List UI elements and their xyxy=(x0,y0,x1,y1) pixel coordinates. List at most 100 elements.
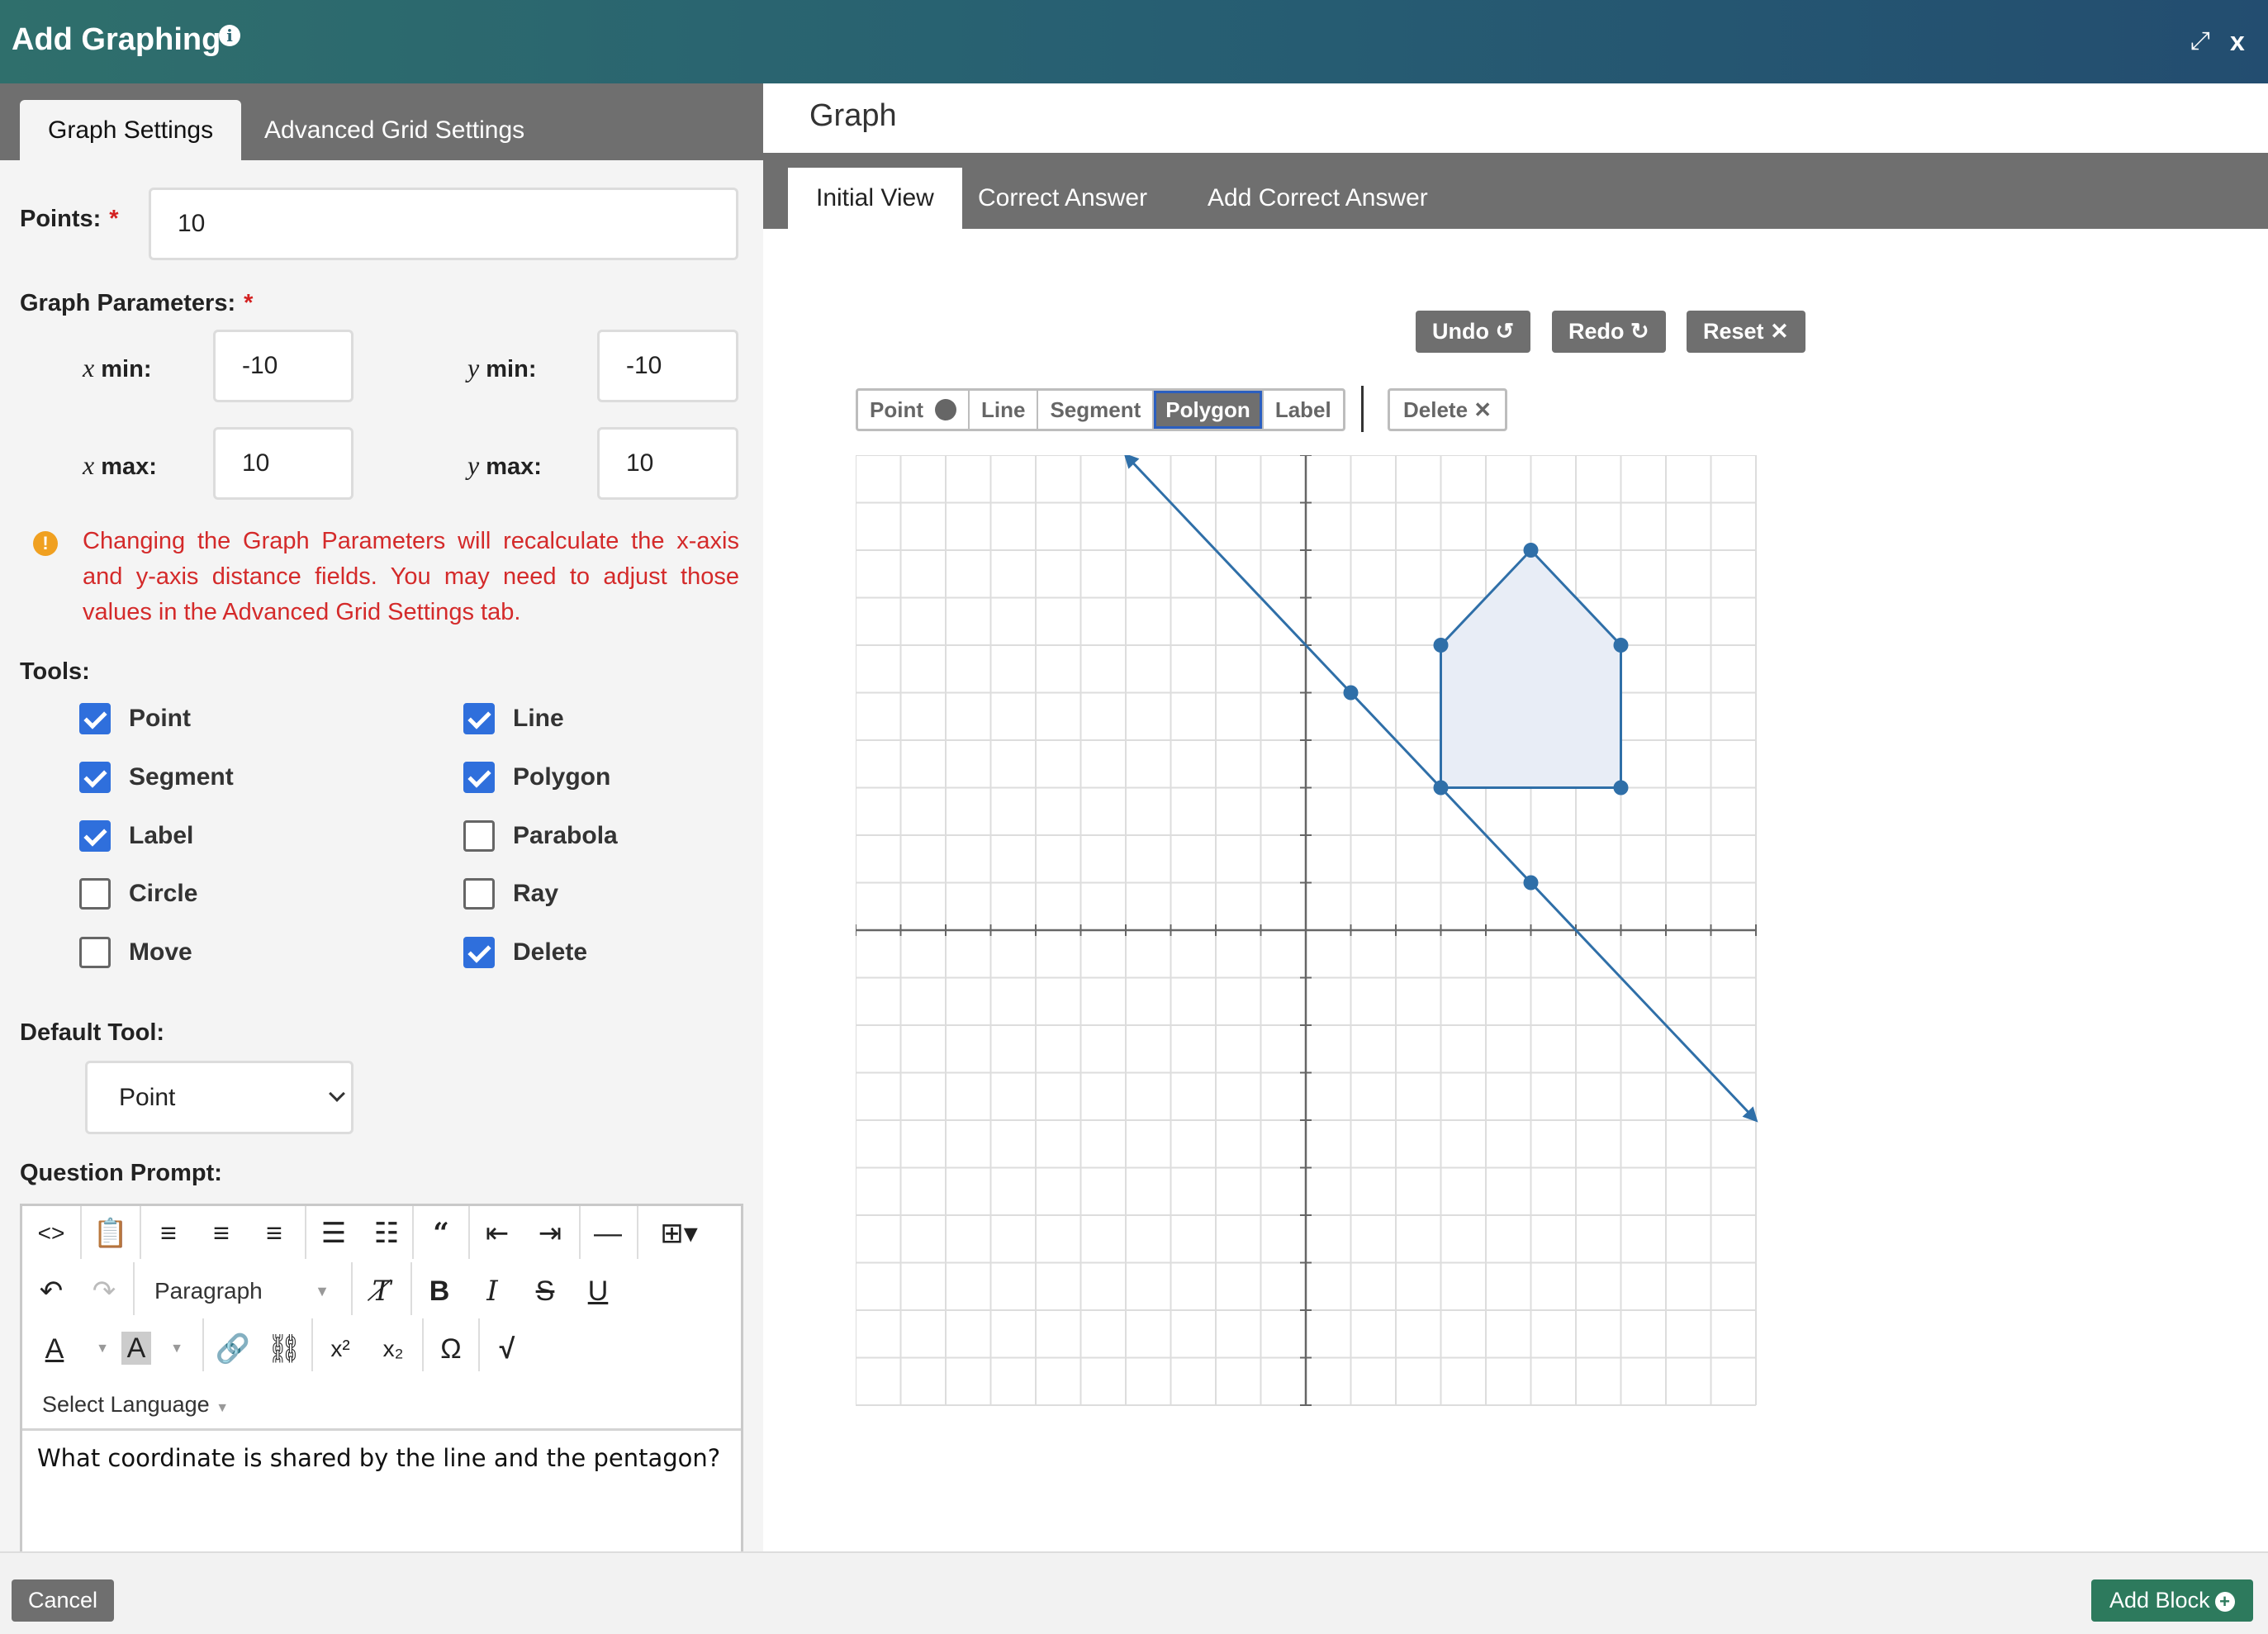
redo-button[interactable]: Redo ↻ xyxy=(1552,311,1666,353)
graph-tool-line[interactable]: Line xyxy=(970,391,1039,429)
default-tool-select[interactable]: Point xyxy=(85,1061,353,1134)
tool-label: Circle xyxy=(129,880,198,907)
omega-special-char-icon[interactable]: Ω xyxy=(429,1328,473,1370)
undo-icon[interactable]: ↶ xyxy=(29,1271,74,1312)
superscript-icon[interactable]: x² xyxy=(318,1328,363,1370)
text-color-icon[interactable]: A xyxy=(32,1328,77,1370)
undo-button[interactable]: Undo ↺ xyxy=(1416,311,1531,353)
toolbar-divider xyxy=(468,1206,470,1259)
tool-label: Parabola xyxy=(513,822,618,849)
ymin-input[interactable]: -10 xyxy=(597,330,738,402)
cancel-button[interactable]: Cancel xyxy=(12,1579,115,1622)
graph-delete-button[interactable]: Delete ✕ xyxy=(1388,388,1508,431)
graph-tool-point[interactable]: Point xyxy=(858,391,970,429)
move-checkbox[interactable] xyxy=(79,937,111,968)
tool-label: Move xyxy=(129,938,192,966)
graph-tool-label[interactable]: Label xyxy=(1264,391,1343,429)
redo-icon: ↻ xyxy=(1630,319,1649,344)
editor-content[interactable]: What coordinate is shared by the line an… xyxy=(37,1444,720,1472)
align-center-icon[interactable]: ≡ xyxy=(199,1213,244,1254)
point-checkbox[interactable] xyxy=(79,703,111,734)
tool-label: Point xyxy=(129,705,191,732)
redo-icon[interactable]: ↷ xyxy=(82,1271,126,1312)
ymax-input[interactable]: 10 xyxy=(597,427,738,500)
align-left-icon[interactable]: ≡ xyxy=(146,1213,191,1254)
numbered-list-icon[interactable]: ☷ xyxy=(364,1213,409,1254)
tab-advanced-grid-settings[interactable]: Advanced Grid Settings xyxy=(236,100,553,160)
tab-graph-settings[interactable]: Graph Settings xyxy=(20,100,242,160)
pentagon-polygon xyxy=(1440,548,1622,789)
info-icon[interactable]: i xyxy=(219,25,240,46)
align-right-icon[interactable]: ≡ xyxy=(252,1213,297,1254)
close-icon: ✕ xyxy=(1770,319,1789,344)
tool-label: Label xyxy=(129,822,194,849)
graph-tool-segment[interactable]: Segment xyxy=(1038,391,1155,429)
tool-label: Ray xyxy=(513,880,559,907)
paste-icon[interactable]: 📋 xyxy=(88,1213,133,1254)
clear-formatting-icon[interactable]: T̸ xyxy=(359,1271,404,1312)
graph-tool-polygon[interactable]: Polygon xyxy=(1154,391,1264,429)
settings-tabbar: Graph Settings Advanced Grid Settings xyxy=(0,83,763,160)
add-block-button[interactable]: Add Block + xyxy=(2091,1579,2253,1622)
warning-icon: ! xyxy=(33,531,58,556)
line-checkbox[interactable] xyxy=(463,703,495,734)
indent-icon[interactable]: ⇥ xyxy=(528,1213,572,1254)
delete-checkbox[interactable] xyxy=(463,937,495,968)
polygon-vertex-point xyxy=(1613,638,1629,653)
subscript-icon[interactable]: x₂ xyxy=(371,1328,415,1370)
tab-add-correct-answer[interactable]: Add Correct Answer xyxy=(1179,168,1456,229)
source-code-icon[interactable]: <> xyxy=(29,1213,74,1254)
chevron-down-icon[interactable]: ▼ xyxy=(80,1328,125,1370)
math-root-icon[interactable]: √ xyxy=(485,1328,529,1370)
ray-checkbox[interactable] xyxy=(463,878,495,910)
tab-initial-view[interactable]: Initial View xyxy=(788,168,962,229)
toolbar-divider xyxy=(410,1262,412,1315)
expand-icon[interactable]: ⤢ xyxy=(2187,28,2213,55)
close-icon[interactable]: x xyxy=(2230,26,2245,56)
bold-icon[interactable]: B xyxy=(417,1271,462,1312)
toolbar-divider xyxy=(133,1262,135,1315)
tab-correct-answer[interactable]: Correct Answer xyxy=(950,168,1175,229)
outdent-icon[interactable]: ⇤ xyxy=(475,1213,520,1254)
unlink-icon[interactable]: ⛓ xyxy=(262,1328,306,1370)
chevron-down-icon[interactable]: ▼ xyxy=(154,1328,199,1370)
link-icon[interactable]: 🔗 xyxy=(211,1328,255,1370)
label-checkbox[interactable] xyxy=(79,820,111,852)
tool-label: Segment xyxy=(129,763,234,791)
horizontal-rule-icon[interactable]: — xyxy=(586,1213,630,1254)
dialog-title: Add Graphing xyxy=(12,22,221,57)
format-select[interactable]: Paragraph ▼ xyxy=(154,1272,344,1310)
italic-icon[interactable]: I xyxy=(470,1271,515,1312)
polygon-vertex-point xyxy=(1433,780,1449,796)
graph-tool-toolbar: Point Line Segment Polygon Label xyxy=(856,388,1345,431)
blockquote-icon[interactable]: “ xyxy=(419,1213,463,1254)
select-language-dropdown[interactable]: Select Language ▼ xyxy=(42,1386,229,1427)
toolbar-divider xyxy=(305,1206,306,1259)
select-language-label: Select Language xyxy=(42,1392,210,1417)
polygon-vertex-point xyxy=(1433,638,1449,653)
background-color-icon[interactable]: A xyxy=(121,1332,151,1365)
toolbar-divider xyxy=(1361,386,1364,432)
settings-panel: Graph Settings Advanced Grid Settings Po… xyxy=(0,83,763,1551)
reset-button[interactable]: Reset ✕ xyxy=(1687,311,1805,353)
polygon-checkbox[interactable] xyxy=(463,762,495,793)
table-icon[interactable]: ⊞▾ xyxy=(650,1213,708,1254)
editor-toolbar: <> 📋 ≡ ≡ ≡ ☰ ☷ “ ⇤ ⇥ — ⊞▾ ↶ ↷ Paragraph ▼… xyxy=(22,1206,741,1431)
bullet-list-icon[interactable]: ☰ xyxy=(311,1213,356,1254)
strikethrough-icon[interactable]: S xyxy=(523,1271,567,1312)
toolbar-divider xyxy=(351,1262,353,1315)
parabola-checkbox[interactable] xyxy=(463,820,495,852)
segment-checkbox[interactable] xyxy=(79,762,111,793)
chevron-down-icon xyxy=(329,1085,345,1102)
coordinate-graph[interactable] xyxy=(856,455,1764,1413)
ymin-label: y min: xyxy=(467,353,537,382)
points-input[interactable]: 10 xyxy=(149,188,738,260)
polygon-vertex-point xyxy=(1523,543,1539,558)
xmin-input[interactable]: -10 xyxy=(213,330,353,402)
line-point xyxy=(1523,875,1539,891)
xmax-input[interactable]: 10 xyxy=(213,427,353,500)
circle-checkbox[interactable] xyxy=(79,878,111,910)
underline-icon[interactable]: U xyxy=(576,1271,620,1312)
xmax-label: x max: xyxy=(83,450,157,480)
title-bar: Add Graphing i ⤢ x xyxy=(0,0,2268,83)
